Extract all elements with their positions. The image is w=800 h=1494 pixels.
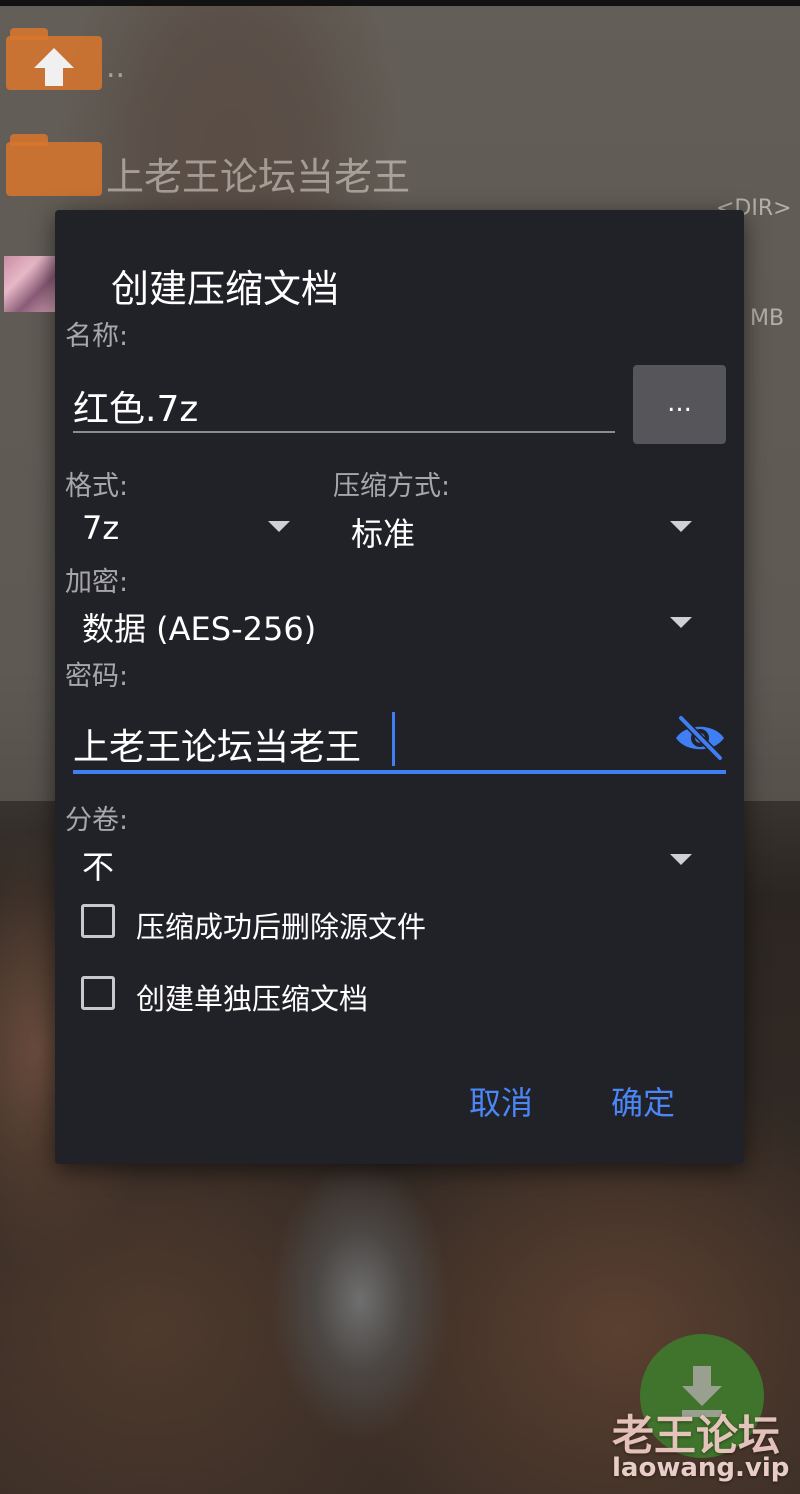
dialog-title: 创建压缩文档 bbox=[111, 267, 340, 311]
separate-archive-checkbox[interactable] bbox=[81, 976, 115, 1010]
archive-name-value: 红色.7z bbox=[73, 389, 199, 430]
chevron-down-icon bbox=[670, 617, 692, 628]
encrypt-label: 加密: bbox=[65, 567, 129, 598]
chevron-down-icon bbox=[268, 521, 290, 532]
password-value: 上老王论坛当老王 bbox=[73, 727, 362, 768]
split-value: 不 bbox=[82, 848, 115, 886]
parent-dir-label: .. bbox=[106, 50, 126, 85]
cancel-button[interactable]: 取消 bbox=[469, 1078, 533, 1124]
browse-button[interactable]: ... bbox=[633, 365, 726, 444]
chevron-down-icon bbox=[670, 521, 692, 532]
method-label: 压缩方式: bbox=[333, 471, 451, 502]
separate-archive-label: 创建单独压缩文档 bbox=[136, 982, 369, 1016]
create-archive-dialog: 创建压缩文档 名称: 红色.7z ... 格式: 7z 压缩方式: 标准 加密:… bbox=[55, 210, 744, 1164]
name-label: 名称: bbox=[65, 321, 129, 352]
chevron-down-icon bbox=[670, 854, 692, 865]
password-underline bbox=[73, 770, 726, 774]
folder-icon bbox=[6, 134, 102, 196]
file-thumbnail bbox=[4, 256, 56, 312]
ok-button[interactable]: 确定 bbox=[611, 1078, 675, 1124]
folder-name: 上老王论坛当老王 bbox=[106, 155, 411, 199]
name-underline bbox=[73, 431, 615, 433]
watermark-url: laowang.vip bbox=[612, 1453, 790, 1483]
split-label: 分卷: bbox=[65, 805, 129, 836]
text-cursor bbox=[392, 712, 395, 766]
delete-source-label: 压缩成功后删除源文件 bbox=[136, 910, 427, 944]
format-label: 格式: bbox=[65, 471, 129, 502]
method-value: 标准 bbox=[351, 515, 416, 553]
delete-source-checkbox[interactable] bbox=[81, 904, 115, 938]
folder-up-icon bbox=[6, 28, 102, 90]
eye-off-icon[interactable] bbox=[674, 715, 726, 761]
file-size: MB bbox=[750, 306, 785, 331]
encrypt-value: 数据 (AES-256) bbox=[82, 610, 317, 648]
format-value: 7z bbox=[82, 509, 120, 547]
password-label: 密码: bbox=[65, 661, 129, 692]
